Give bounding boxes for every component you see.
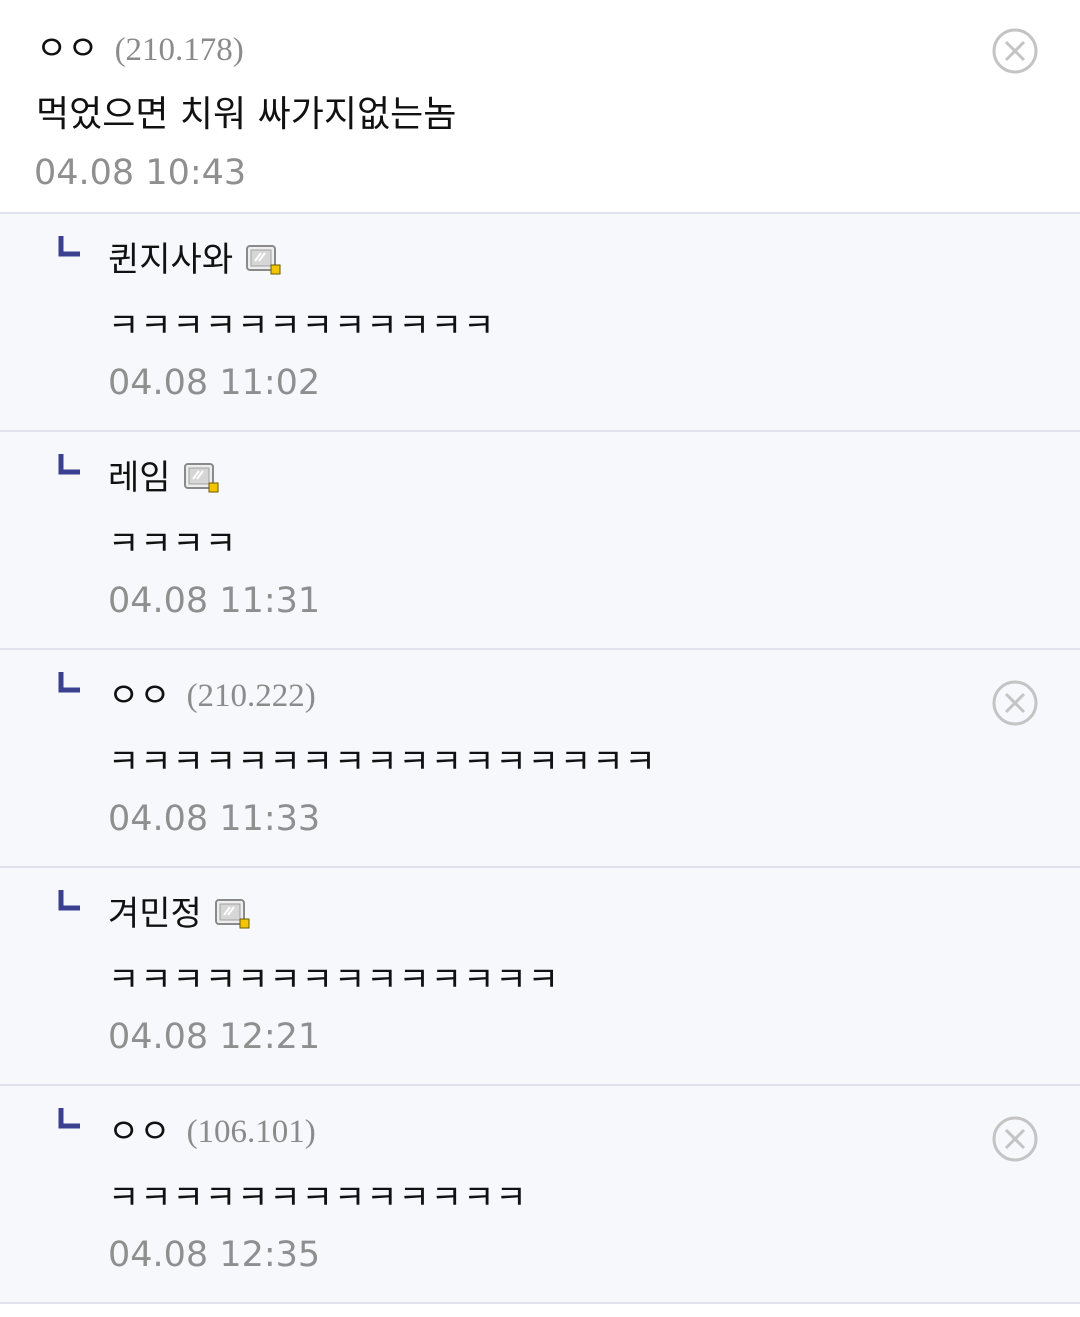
comment-body: 먹었으면 치워 싸가지없는놈 <box>36 94 457 135</box>
reply-arrow-icon <box>58 236 80 257</box>
reply-item: ㅇㅇ (106.101) ㅋㅋㅋㅋㅋㅋㅋㅋㅋㅋㅋㅋㅋ 04.08 12:35 <box>0 1086 1080 1304</box>
reply-body: ㅋㅋㅋㅋㅋㅋㅋㅋㅋㅋㅋㅋㅋㅋㅋㅋㅋ <box>108 742 657 782</box>
reply-timestamp: 04.08 12:35 <box>108 1235 321 1275</box>
reply-author[interactable]: ㅇㅇ (106.101) <box>108 1108 316 1156</box>
reply-timestamp: 04.08 12:21 <box>108 1017 321 1057</box>
nickname[interactable]: ㅇㅇ <box>108 672 171 720</box>
reply-body: ㅋㅋㅋㅋㅋㅋㅋㅋㅋㅋㅋㅋㅋ <box>108 1178 528 1218</box>
reply-arrow-icon <box>58 1108 80 1129</box>
reply-item: 레임 ㅋㅋㅋㅋ 04.08 11:31 <box>0 432 1080 650</box>
reply-body: ㅋㅋㅋㅋㅋㅋㅋㅋㅋㅋㅋㅋㅋㅋ <box>108 960 560 1000</box>
ip-address: (210.222) <box>186 678 316 714</box>
reply-item: ㅇㅇ (210.222) ㅋㅋㅋㅋㅋㅋㅋㅋㅋㅋㅋㅋㅋㅋㅋㅋㅋ 04.08 11:3… <box>0 650 1080 868</box>
reply-timestamp: 04.08 11:02 <box>108 363 321 403</box>
reply-arrow-icon <box>58 672 80 693</box>
delete-reply-icon[interactable] <box>992 680 1038 726</box>
comment-author[interactable]: ㅇㅇ (210.178) <box>36 25 244 74</box>
reply-item: 퀸지사와 ㅋㅋㅋㅋㅋㅋㅋㅋㅋㅋㅋㅋ 04.08 11:02 <box>0 214 1080 432</box>
nickname[interactable]: ㅇㅇ <box>108 1108 171 1156</box>
reply-item: 겨민정 ㅋㅋㅋㅋㅋㅋㅋㅋㅋㅋㅋㅋㅋㅋ 04.08 12:21 <box>0 868 1080 1086</box>
delete-reply-icon[interactable] <box>992 1116 1038 1162</box>
reply-body: ㅋㅋㅋㅋ <box>108 524 238 564</box>
comment-timestamp: 04.08 10:43 <box>34 153 247 193</box>
reply-timestamp: 04.08 11:33 <box>108 799 321 839</box>
comment-list: ㅇㅇ (210.178) 먹었으면 치워 싸가지없는놈 04.08 10:43 퀸… <box>0 0 1080 1317</box>
nickname[interactable]: 레임 <box>108 454 171 502</box>
reply-author[interactable]: 퀸지사와 <box>108 236 283 284</box>
reply-timestamp: 04.08 11:31 <box>108 581 321 621</box>
reply-arrow-icon <box>58 890 80 911</box>
fixed-nick-badge-icon <box>246 245 281 275</box>
reply-author[interactable]: ㅇㅇ (210.222) <box>108 672 316 720</box>
fixed-nick-badge-icon <box>214 899 250 929</box>
ip-address: (106.101) <box>186 1114 316 1150</box>
nickname[interactable]: ㅇㅇ <box>36 29 99 69</box>
fixed-nick-badge-icon <box>183 463 219 493</box>
ip-address: (210.178) <box>114 32 244 68</box>
reply-author[interactable]: 레임 <box>108 454 221 502</box>
nickname[interactable]: 퀸지사와 <box>108 236 233 284</box>
reply-arrow-icon <box>58 454 80 475</box>
reply-author[interactable]: 겨민정 <box>108 890 252 938</box>
reply-body: ㅋㅋㅋㅋㅋㅋㅋㅋㅋㅋㅋㅋ <box>108 306 496 346</box>
comment-item: ㅇㅇ (210.178) 먹었으면 치워 싸가지없는놈 04.08 10:43 <box>0 0 1080 214</box>
nickname[interactable]: 겨민정 <box>108 890 202 938</box>
delete-comment-icon[interactable] <box>992 28 1038 74</box>
